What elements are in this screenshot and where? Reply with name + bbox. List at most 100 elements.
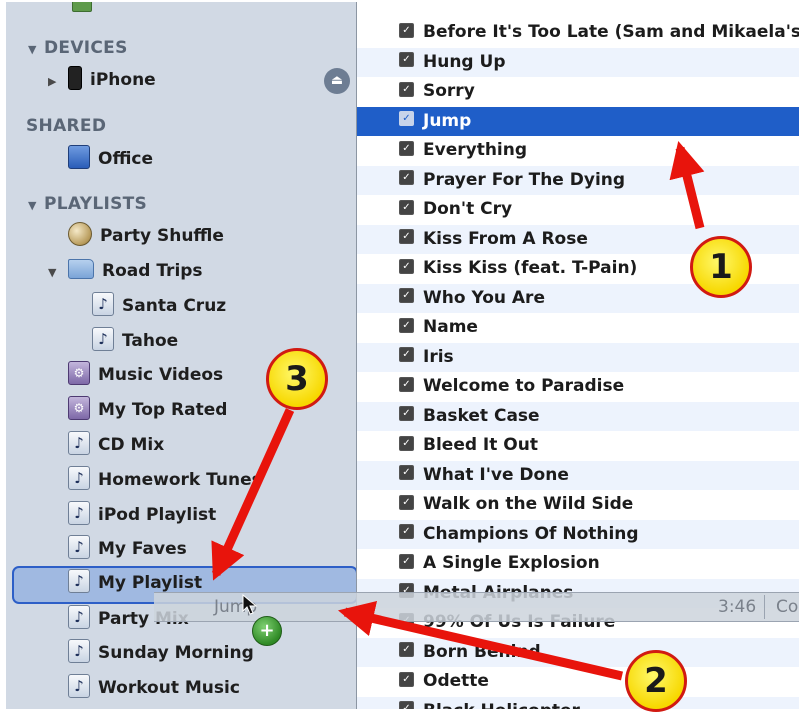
track-name: Basket Case <box>423 405 540 426</box>
track-row[interactable]: ✓ Iris <box>357 342 799 372</box>
track-row[interactable]: ✓ Name <box>357 313 799 342</box>
track-checkbox[interactable]: ✓ <box>399 52 414 67</box>
track-row[interactable]: ✓ Bleed It Out <box>357 431 799 460</box>
sidebar-item-label: Tahoe <box>122 331 179 351</box>
track-checkbox[interactable]: ✓ <box>399 229 414 244</box>
library-item-icon <box>72 2 92 12</box>
shared-library-icon <box>68 145 90 169</box>
track-row[interactable]: ✓ A Single Explosion <box>357 549 799 578</box>
track-name: What I've Done <box>423 464 569 485</box>
add-plus-icon: + <box>252 616 282 646</box>
track-row[interactable]: ✓ Sorry <box>357 77 799 106</box>
sidebar-item-label: Music Videos <box>98 365 224 385</box>
playlist-icon: ♪ <box>92 292 114 316</box>
track-row[interactable]: ✓ Before It's Too Late (Sam and Mikaela's… <box>357 18 799 47</box>
playlists-header-label: PLAYLISTS <box>44 194 148 214</box>
drag-ghost-extra: Co <box>776 597 799 617</box>
track-checkbox[interactable]: ✓ <box>399 524 414 539</box>
track-row[interactable]: ✓ Jump <box>357 106 799 136</box>
track-checkbox[interactable]: ✓ <box>399 317 414 333</box>
sidebar-item-tahoe[interactable]: ♪ Tahoe <box>92 324 178 358</box>
eject-icon[interactable]: ⏏ <box>324 68 350 94</box>
track-name: A Single Explosion <box>423 553 600 573</box>
callout-1: 1 <box>690 236 752 298</box>
playlist-icon: ♪ <box>68 674 90 698</box>
track-name: Name <box>423 317 478 337</box>
track-checkbox[interactable]: ✓ <box>399 376 414 392</box>
track-row[interactable]: ✓ What I've Done <box>357 460 799 490</box>
track-checkbox[interactable]: ✓ <box>399 465 414 480</box>
sidebar-item-my-top-rated[interactable]: ⚙ My Top Rated <box>68 393 227 427</box>
track-name: Who You Are <box>423 287 545 308</box>
track-checkbox[interactable]: ✓ <box>399 170 414 185</box>
shared-header: SHARED <box>26 112 106 140</box>
track-checkbox[interactable]: ✓ <box>399 258 414 274</box>
track-row[interactable]: ✓ Don't Cry <box>357 195 799 224</box>
disclosure-triangle-icon[interactable]: ▼ <box>28 36 44 64</box>
track-row[interactable]: ✓ Hung Up <box>357 47 799 77</box>
track-row[interactable]: ✓ Odette <box>357 667 799 696</box>
track-checkbox[interactable]: ✓ <box>399 347 414 362</box>
track-checkbox[interactable]: ✓ <box>399 494 414 510</box>
track-checkbox[interactable]: ✓ <box>399 435 414 451</box>
disclosure-triangle-icon[interactable]: ▶ <box>48 65 68 99</box>
track-name: Kiss From A Rose <box>423 228 588 249</box>
sidebar-item-homework-tunes[interactable]: ♪ Homework Tunes <box>68 463 262 497</box>
track-checkbox[interactable]: ✓ <box>399 288 414 303</box>
track-row[interactable]: ✓ Everything <box>357 136 799 165</box>
track-row[interactable]: ✓ Basket Case <box>357 401 799 431</box>
track-row[interactable]: ✓ Walk on the Wild Side <box>357 490 799 519</box>
track-checkbox[interactable]: ✓ <box>399 22 414 38</box>
sidebar-item-label: iPhone <box>90 70 156 90</box>
playlist-icon: ♪ <box>68 605 90 629</box>
sidebar-item-santa-cruz[interactable]: ♪ Santa Cruz <box>92 289 226 323</box>
track-checkbox[interactable]: ✓ <box>399 553 414 569</box>
sidebar-item-my-faves[interactable]: ♪ My Faves <box>68 532 187 566</box>
playlist-icon: ♪ <box>68 569 90 593</box>
sidebar-item-workout-music[interactable]: ♪ Workout Music <box>68 671 240 705</box>
track-checkbox[interactable]: ✓ <box>399 81 414 97</box>
track-name: Born Behind <box>423 641 541 662</box>
sidebar-item-iphone[interactable]: ▶ iPhone <box>48 63 156 97</box>
itunes-window: ▼ DEVICES ▶ iPhone ⏏ SHARED Office ▼ PLAYLI… <box>6 2 799 709</box>
sidebar-item-label: My Playlist <box>98 573 203 593</box>
shared-header-label: SHARED <box>26 116 107 136</box>
sidebar-item-label: My Faves <box>98 539 187 559</box>
track-row[interactable]: ✓ Champions Of Nothing <box>357 519 799 549</box>
track-row[interactable]: ✓ Black Helicopter <box>357 696 799 710</box>
track-name: Don't Cry <box>423 199 513 219</box>
sidebar-item-road-trips[interactable]: ▼ Road Trips <box>48 254 203 288</box>
track-checkbox[interactable]: ✓ <box>399 111 414 126</box>
sidebar-item-label: Road Trips <box>102 261 203 281</box>
disclosure-triangle-icon[interactable]: ▼ <box>48 256 68 290</box>
sidebar-item-label: My Top Rated <box>98 400 228 420</box>
track-row[interactable]: ✓ Born Behind <box>357 637 799 667</box>
playlist-icon: ♪ <box>92 327 114 351</box>
disclosure-triangle-icon[interactable]: ▼ <box>28 192 44 220</box>
track-name: Bleed It Out <box>423 435 538 455</box>
sidebar-item-sunday-morning[interactable]: ♪ Sunday Morning <box>68 636 254 670</box>
sidebar-item-party-shuffle[interactable]: Party Shuffle <box>68 219 224 253</box>
sidebar-item-ipod-playlist[interactable]: ♪ iPod Playlist <box>68 498 216 532</box>
sidebar-item-label: Party Shuffle <box>100 226 224 246</box>
sidebar-item-label: Sunday Morning <box>98 643 254 663</box>
sidebar-item-cd-mix[interactable]: ♪ CD Mix <box>68 428 164 462</box>
track-row[interactable]: ✓ Prayer For The Dying <box>357 165 799 195</box>
track-checkbox[interactable]: ✓ <box>399 642 414 657</box>
smart-playlist-icon: ⚙ <box>68 396 90 420</box>
track-name: Welcome to Paradise <box>423 376 625 396</box>
sidebar-item-label: iPod Playlist <box>98 505 217 525</box>
track-name: Black Helicopter <box>423 701 580 710</box>
devices-header[interactable]: ▼ DEVICES <box>28 34 128 62</box>
sidebar-item-music-videos[interactable]: ⚙ Music Videos <box>68 358 223 392</box>
track-checkbox[interactable]: ✓ <box>399 671 414 687</box>
sidebar-item-office[interactable]: Office <box>68 142 153 176</box>
folder-icon <box>68 259 94 279</box>
track-checkbox[interactable]: ✓ <box>399 701 414 709</box>
track-row[interactable]: ✓ Welcome to Paradise <box>357 372 799 401</box>
playlists-header[interactable]: ▼ PLAYLISTS <box>28 190 147 218</box>
playlist-icon: ♪ <box>68 501 90 525</box>
track-checkbox[interactable]: ✓ <box>399 199 414 215</box>
track-checkbox[interactable]: ✓ <box>399 140 414 156</box>
track-checkbox[interactable]: ✓ <box>399 406 414 421</box>
